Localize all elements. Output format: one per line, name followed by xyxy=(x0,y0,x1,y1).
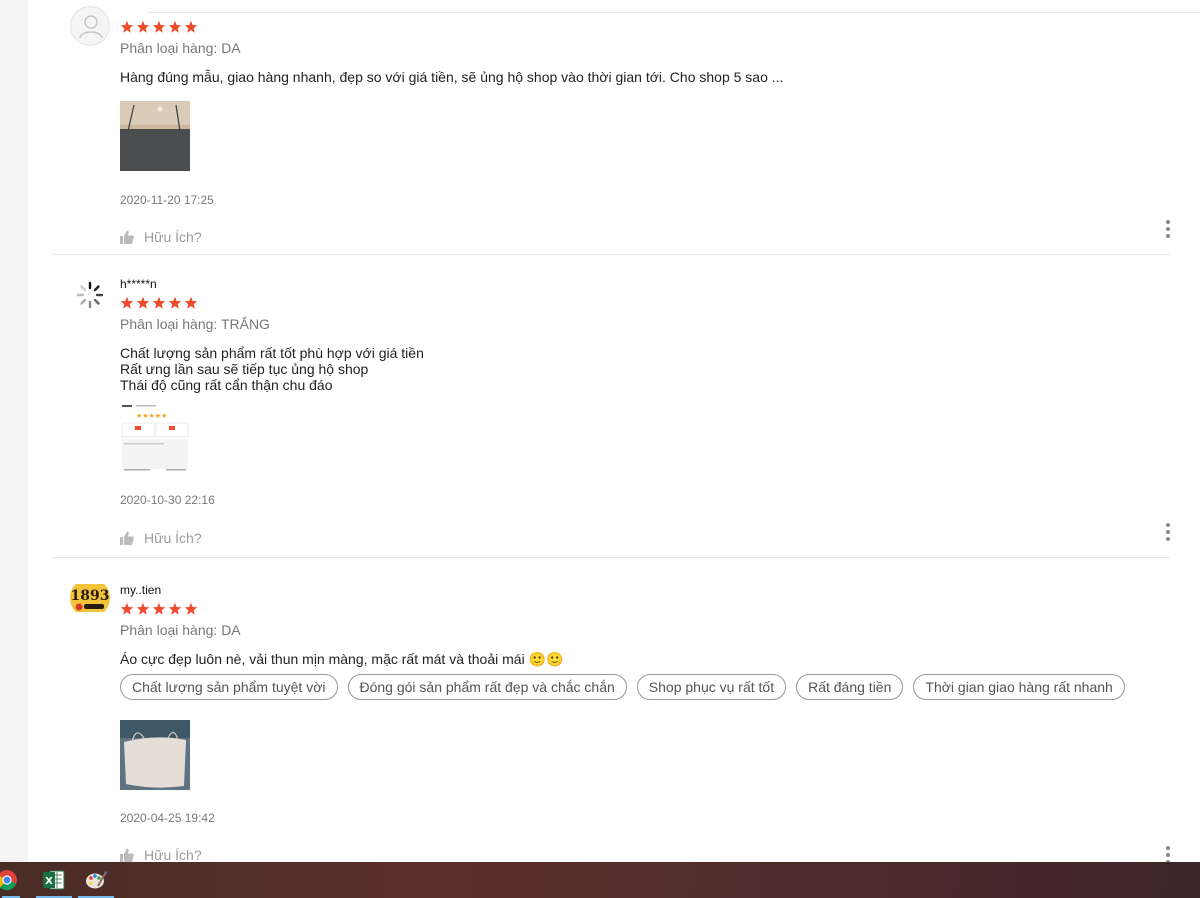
star-icon xyxy=(136,602,150,615)
helpful-button[interactable]: Hữu Ích? xyxy=(144,847,202,863)
review-actions: Hữu Ích? xyxy=(120,528,1170,548)
svg-text:★★★★★: ★★★★★ xyxy=(136,412,167,420)
star-icon xyxy=(152,602,166,615)
review-tag[interactable]: Rất đáng tiền xyxy=(796,674,904,700)
star-icon xyxy=(152,20,166,33)
reviews-page: Phân loại hàng: DA Hàng đúng mẫu, giao h… xyxy=(28,0,1200,864)
review-item: h*****n Phân loại hàng: TRẮNG Chất lượng… xyxy=(52,255,1170,558)
star-icon xyxy=(184,602,198,615)
review-item: 1893 my..tien Phân loại hàng: DA Áo cực … xyxy=(52,558,1170,868)
review-comment: Hàng đúng mẫu, giao hàng nhanh, đẹp so v… xyxy=(120,69,784,85)
taskbar-excel[interactable]: X xyxy=(34,862,74,898)
chrome-icon xyxy=(0,870,17,891)
star-icon xyxy=(184,296,198,309)
svg-text:X: X xyxy=(45,876,53,887)
review-username[interactable]: my..tien xyxy=(120,582,1170,598)
star-icon xyxy=(168,602,182,615)
review-photo[interactable]: ★★★★★ xyxy=(120,403,190,473)
more-options-icon[interactable] xyxy=(1166,220,1170,238)
avatar-logo-text: 1893 xyxy=(71,588,110,604)
review-timestamp: 2020-11-20 17:25 xyxy=(120,193,214,207)
variant-label: Phân loại hàng: TRẮNG xyxy=(120,316,270,332)
rating-stars xyxy=(120,19,1170,35)
star-icon xyxy=(120,602,134,615)
rating-stars xyxy=(120,601,1170,617)
star-icon xyxy=(152,296,166,309)
review-tags: Chất lượng sản phẩm tuyệt vời Đóng gói s… xyxy=(120,674,1170,700)
review-comment: Áo cực đẹp luôn nè, vải thun mịn màng, m… xyxy=(120,651,564,667)
variant-label: Phân loại hàng: DA xyxy=(120,622,241,638)
variant-label: Phân loại hàng: DA xyxy=(120,40,241,56)
more-options-icon[interactable] xyxy=(1166,523,1170,541)
os-taskbar: X xyxy=(0,862,1200,898)
helpful-button[interactable]: Hữu Ích? xyxy=(144,229,202,245)
review-tag[interactable]: Shop phục vụ rất tốt xyxy=(636,674,787,700)
thumbs-up-icon[interactable] xyxy=(120,531,134,545)
1893-logo-avatar[interactable]: 1893 xyxy=(70,578,110,618)
star-icon xyxy=(136,296,150,309)
review-tag[interactable]: Đóng gói sản phẩm rất đẹp và chắc chắn xyxy=(347,674,627,700)
helpful-button[interactable]: Hữu Ích? xyxy=(144,530,202,546)
loading-spinner-icon[interactable] xyxy=(70,275,110,315)
thumbs-up-icon[interactable] xyxy=(120,230,134,244)
rating-stars xyxy=(120,295,1170,311)
review-tag[interactable]: Chất lượng sản phẩm tuyệt vời xyxy=(120,674,338,700)
review-timestamp: 2020-04-25 19:42 xyxy=(120,811,215,825)
excel-icon: X xyxy=(43,870,65,890)
default-avatar-icon[interactable] xyxy=(70,6,110,46)
review-tag[interactable]: Thời gian giao hàng rất nhanh xyxy=(913,674,1125,700)
review-actions: Hữu Ích? xyxy=(120,227,1170,247)
star-icon xyxy=(136,20,150,33)
review-photo[interactable] xyxy=(120,720,190,790)
star-icon xyxy=(120,20,134,33)
review-username[interactable]: h*****n xyxy=(120,276,1170,292)
thumbs-up-icon[interactable] xyxy=(120,848,134,862)
review-item: Phân loại hàng: DA Hàng đúng mẫu, giao h… xyxy=(52,6,1170,255)
review-username[interactable] xyxy=(120,0,1170,16)
star-icon xyxy=(184,20,198,33)
taskbar-chrome[interactable] xyxy=(0,862,22,898)
star-icon xyxy=(120,296,134,309)
star-icon xyxy=(168,20,182,33)
paint-icon xyxy=(86,871,107,889)
taskbar-paint[interactable] xyxy=(76,862,116,898)
review-photo[interactable] xyxy=(120,101,190,171)
star-icon xyxy=(168,296,182,309)
review-comment: Chất lượng sản phẩm rất tốt phù hợp với … xyxy=(120,345,424,393)
review-timestamp: 2020-10-30 22:16 xyxy=(120,493,215,507)
